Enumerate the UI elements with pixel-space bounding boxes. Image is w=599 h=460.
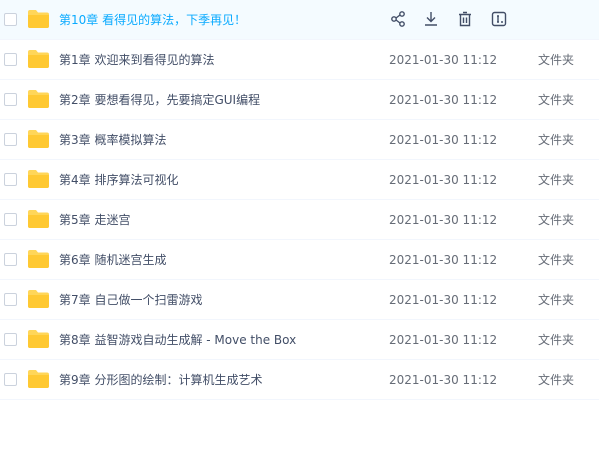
folder-icon: [28, 210, 49, 228]
row-checkbox[interactable]: [4, 53, 17, 66]
modified-date: 2021-01-30 11:12: [389, 93, 498, 107]
modified-date: 2021-01-30 11:12: [389, 53, 498, 67]
file-type: 文件夹: [538, 133, 575, 147]
file-name[interactable]: 第8章 益智游戏自动生成解 - Move the Box: [59, 320, 296, 360]
folder-icon: [28, 170, 49, 188]
file-row[interactable]: 第8章 益智游戏自动生成解 - Move the Box 2021-01-30 …: [0, 320, 599, 360]
file-name[interactable]: 第10章 看得见的算法，下季再见！: [59, 0, 246, 40]
file-type: 文件夹: [538, 173, 575, 187]
modified-date: 2021-01-30 11:12: [389, 373, 498, 387]
folder-icon: [28, 130, 49, 148]
row-checkbox[interactable]: [4, 93, 17, 106]
delete-icon[interactable]: [456, 10, 474, 28]
folder-icon: [28, 10, 49, 28]
file-name[interactable]: 第5章 走迷宫: [59, 200, 130, 240]
folder-icon: [28, 290, 49, 308]
file-row[interactable]: 第5章 走迷宫 2021-01-30 11:12 文件夹: [0, 200, 599, 240]
row-checkbox[interactable]: [4, 253, 17, 266]
file-row[interactable]: 第2章 要想看得见，先要搞定GUI编程 2021-01-30 11:12 文件夹: [0, 80, 599, 120]
file-name[interactable]: 第4章 排序算法可视化: [59, 160, 178, 200]
file-name[interactable]: 第9章 分形图的绘制：计算机生成艺术: [59, 360, 262, 400]
row-checkbox[interactable]: [4, 373, 17, 386]
file-row[interactable]: 第1章 欢迎来到看得见的算法 2021-01-30 11:12 文件夹: [0, 40, 599, 80]
file-type: 文件夹: [538, 213, 575, 227]
folder-icon: [28, 330, 49, 348]
modified-date: 2021-01-30 11:12: [389, 133, 498, 147]
folder-icon: [28, 370, 49, 388]
file-row[interactable]: 第6章 随机迷宫生成 2021-01-30 11:12 文件夹: [0, 240, 599, 280]
file-row[interactable]: 第7章 自己做一个扫雷游戏 2021-01-30 11:12 文件夹: [0, 280, 599, 320]
row-checkbox[interactable]: [4, 213, 17, 226]
folder-icon: [28, 50, 49, 68]
row-checkbox[interactable]: [4, 293, 17, 306]
file-row[interactable]: 第9章 分形图的绘制：计算机生成艺术 2021-01-30 11:12 文件夹: [0, 360, 599, 400]
file-type: 文件夹: [538, 253, 575, 267]
file-row[interactable]: 第4章 排序算法可视化 2021-01-30 11:12 文件夹: [0, 160, 599, 200]
modified-date: 2021-01-30 11:12: [389, 213, 498, 227]
file-type: 文件夹: [538, 293, 575, 307]
file-row[interactable]: 第3章 概率模拟算法 2021-01-30 11:12 文件夹: [0, 120, 599, 160]
modified-date: 2021-01-30 11:12: [389, 253, 498, 267]
modified-date: 2021-01-30 11:12: [389, 173, 498, 187]
download-icon[interactable]: [422, 10, 440, 28]
file-row[interactable]: 第10章 看得见的算法，下季再见！: [0, 0, 599, 40]
file-type: 文件夹: [538, 93, 575, 107]
folder-icon: [28, 250, 49, 268]
file-name[interactable]: 第6章 随机迷宫生成: [59, 240, 166, 280]
file-name[interactable]: 第1章 欢迎来到看得见的算法: [59, 40, 214, 80]
share-icon[interactable]: [389, 10, 407, 28]
file-type: 文件夹: [538, 53, 575, 67]
file-name[interactable]: 第2章 要想看得见，先要搞定GUI编程: [59, 80, 260, 120]
row-checkbox[interactable]: [4, 13, 17, 26]
modified-date: 2021-01-30 11:12: [389, 333, 498, 347]
folder-icon: [28, 90, 49, 108]
file-type: 文件夹: [538, 333, 575, 347]
rename-icon[interactable]: [490, 10, 508, 28]
row-checkbox[interactable]: [4, 333, 17, 346]
row-checkbox[interactable]: [4, 133, 17, 146]
modified-date: 2021-01-30 11:12: [389, 293, 498, 307]
row-checkbox[interactable]: [4, 173, 17, 186]
file-type: 文件夹: [538, 373, 575, 387]
file-name[interactable]: 第3章 概率模拟算法: [59, 120, 166, 160]
file-name[interactable]: 第7章 自己做一个扫雷游戏: [59, 280, 202, 320]
